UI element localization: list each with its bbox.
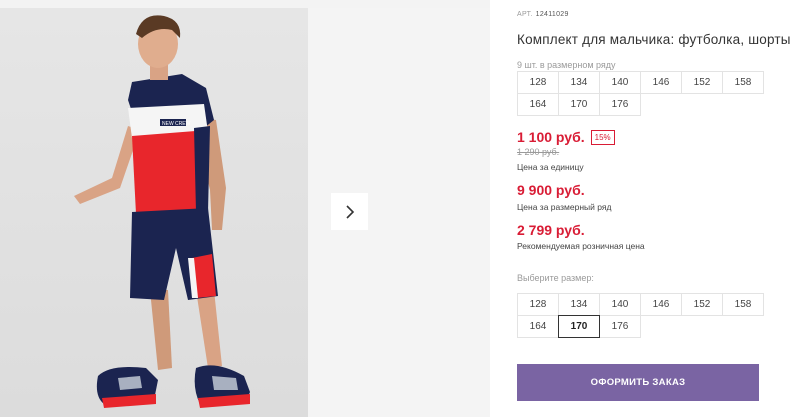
size-option[interactable]: 128 xyxy=(517,293,559,316)
retail-price: 2 799 руб. xyxy=(517,222,585,238)
size-selector: 128 134 140 146 152 158 164 170 176 xyxy=(517,293,764,338)
size-option[interactable]: 158 xyxy=(722,293,764,316)
article-number: АРТ. 12411029 xyxy=(517,11,569,18)
product-title: Комплект для мальчика: футболка, шорты xyxy=(517,32,791,47)
size-option[interactable]: 176 xyxy=(599,315,641,338)
product-photo: NEW CREW xyxy=(0,8,308,417)
product-page: NEW CREW АРТ. 12411029 Комплект для маль… xyxy=(0,0,800,417)
unit-price-row: 1 100 руб. 15% xyxy=(517,129,615,145)
unit-price: 1 100 руб. xyxy=(517,129,585,145)
gallery-next-button[interactable] xyxy=(331,193,368,230)
order-button[interactable]: ОФОРМИТЬ ЗАКАЗ xyxy=(517,364,759,401)
range-size-cell: 146 xyxy=(640,71,682,94)
range-size-cell: 164 xyxy=(517,93,559,116)
size-option[interactable]: 134 xyxy=(558,293,600,316)
size-range-grid: 128 134 140 146 152 158 164 170 176 xyxy=(517,71,764,116)
retail-price-note: Рекомендуемая розничная цена xyxy=(517,241,645,251)
choose-size-label: Выберите размер: xyxy=(517,273,594,283)
range-size-cell: 176 xyxy=(599,93,641,116)
range-size-cell: 158 xyxy=(722,71,764,94)
range-size-cell: 134 xyxy=(558,71,600,94)
range-size-cell: 170 xyxy=(558,93,600,116)
discount-badge: 15% xyxy=(590,129,615,145)
photo-print-text: NEW CREW xyxy=(162,121,191,127)
size-option[interactable]: 164 xyxy=(517,315,559,338)
range-size-cell: 140 xyxy=(599,71,641,94)
size-option[interactable]: 152 xyxy=(681,293,723,316)
article-label: АРТ. xyxy=(517,11,533,18)
chevron-right-icon xyxy=(345,204,354,219)
size-option[interactable]: 140 xyxy=(599,293,641,316)
product-gallery: NEW CREW xyxy=(0,0,490,417)
size-option-selected[interactable]: 170 xyxy=(558,315,600,338)
range-size-cell: 128 xyxy=(517,71,559,94)
article-value: 12411029 xyxy=(535,11,569,18)
unit-price-note: Цена за единицу xyxy=(517,162,584,172)
range-price: 9 900 руб. xyxy=(517,182,585,198)
size-option[interactable]: 146 xyxy=(640,293,682,316)
range-price-note: Цена за размерный ряд xyxy=(517,202,612,212)
size-range-note: 9 шт. в размерном ряду xyxy=(517,60,616,70)
range-size-cell: 152 xyxy=(681,71,723,94)
old-price: 1 290 руб. xyxy=(517,147,560,157)
